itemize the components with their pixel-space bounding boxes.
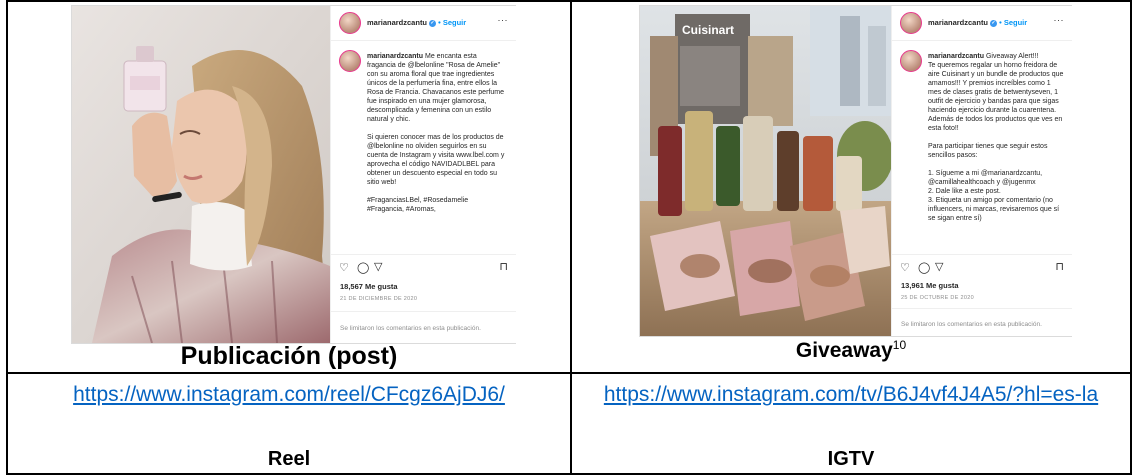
post-header: marianardzcantu ✓ • Seguir ··· <box>892 6 1072 41</box>
post-footer: ♡ ◯ ▽ ⊓ 18,567 Me gusta 21 DE DICIEMBRE … <box>331 255 516 343</box>
share-icon[interactable]: ▽ <box>935 260 943 273</box>
giveaway-products-photo: Cuisinart <box>640 6 891 336</box>
divider <box>331 311 516 312</box>
comment-icon[interactable]: ◯ <box>357 261 369 274</box>
cell-igtv: https://www.instagram.com/tv/B6J4vf4J4A5… <box>572 374 1130 473</box>
igtv-type-label: IGTV <box>827 448 875 470</box>
comments-limited-note: Se limitaron los comentarios en esta pub… <box>340 325 481 332</box>
comment-icon[interactable]: ◯ <box>918 261 930 274</box>
like-icon[interactable]: ♡ <box>339 261 349 274</box>
post-date: 25 DE OCTUBRE DE 2020 <box>901 295 974 301</box>
instagram-post-card: Cuisinart marianardzcantu ✓ • Seguir ···… <box>639 5 1072 337</box>
like-icon[interactable]: ♡ <box>900 261 910 274</box>
share-icon[interactable]: ▽ <box>374 260 382 273</box>
likes-count[interactable]: 18,567 Me gusta <box>340 282 398 291</box>
divider <box>892 308 1072 309</box>
avatar[interactable] <box>339 12 361 34</box>
more-options-icon[interactable]: ··· <box>498 15 509 25</box>
table-border-right <box>1130 0 1132 475</box>
caption-avatar[interactable] <box>339 50 361 72</box>
cell-post: marianardzcantu ✓ • Seguir ··· marianardz… <box>8 2 570 372</box>
svg-text:Cuisinart: Cuisinart <box>682 23 734 37</box>
follow-button[interactable]: • Seguir <box>999 18 1027 27</box>
cell-giveaway: Cuisinart marianardzcantu ✓ • Seguir ···… <box>572 2 1130 372</box>
post-type-label: Publicación (post) <box>180 342 398 370</box>
post-header: marianardzcantu ✓ • Seguir ··· <box>331 6 516 41</box>
post-author[interactable]: marianardzcantu ✓ • Seguir <box>367 18 466 27</box>
post-side-panel: marianardzcantu ✓ • Seguir ··· marianardz… <box>891 6 1072 336</box>
post-date: 21 DE DICIEMBRE DE 2020 <box>340 296 418 302</box>
comments-limited-note: Se limitaron los comentarios en esta pub… <box>901 321 1042 328</box>
reel-type-label: Reel <box>267 448 311 470</box>
reel-link-text[interactable]: https://www.instagram.com/reel/CFcgz6AjD… <box>73 383 505 406</box>
follow-button[interactable]: • Seguir <box>438 18 466 27</box>
verified-badge-icon: ✓ <box>429 19 437 27</box>
caption-username[interactable]: marianardzcantu <box>367 53 423 60</box>
save-icon[interactable]: ⊓ <box>1055 260 1064 273</box>
caption-text: Giveaway Alert!!! Te queremos regalar un… <box>928 53 1064 222</box>
verified-badge-icon: ✓ <box>990 19 998 27</box>
woman-perfume-photo <box>72 6 330 343</box>
igtv-link-text[interactable]: https://www.instagram.com/tv/B6J4vf4J4A5… <box>604 383 1098 406</box>
username[interactable]: marianardzcantu <box>367 18 427 27</box>
igtv-link[interactable]: https://www.instagram.com/tv/B6J4vf4J4A5… <box>584 382 1118 407</box>
save-icon[interactable]: ⊓ <box>499 260 508 273</box>
reel-link[interactable]: https://www.instagram.com/reel/CFcgz6AjD… <box>18 382 560 407</box>
more-options-icon[interactable]: ··· <box>1054 15 1065 25</box>
post-photo <box>72 6 330 343</box>
cell-reel: https://www.instagram.com/reel/CFcgz6AjD… <box>8 374 570 473</box>
caption-text: Me encanta esta fragancia de @lbelonline… <box>367 53 505 213</box>
post-caption: marianardzcantu Me encanta esta fraganci… <box>367 52 507 214</box>
likes-count[interactable]: 13,961 Me gusta <box>901 281 959 290</box>
giveaway-label-text: Giveaway <box>795 339 893 362</box>
document-table: marianardzcantu ✓ • Seguir ··· marianardz… <box>0 0 1135 475</box>
avatar[interactable] <box>900 12 922 34</box>
instagram-post-card: marianardzcantu ✓ • Seguir ··· marianardz… <box>71 5 516 344</box>
caption-username[interactable]: marianardzcantu <box>928 53 984 60</box>
caption-avatar[interactable] <box>900 50 922 72</box>
footnote-marker[interactable]: 10 <box>893 338 906 352</box>
post-caption: marianardzcantu Giveaway Alert!!! Te que… <box>928 52 1065 244</box>
post-side-panel: marianardzcantu ✓ • Seguir ··· marianardz… <box>330 6 516 343</box>
post-footer: ♡ ◯ ▽ ⊓ 13,961 Me gusta 25 DE OCTUBRE DE… <box>892 255 1072 336</box>
username[interactable]: marianardzcantu <box>928 18 988 27</box>
giveaway-type-label: Giveaway10 <box>572 338 1130 363</box>
post-author[interactable]: marianardzcantu ✓ • Seguir <box>928 18 1027 27</box>
post-photo: Cuisinart <box>640 6 891 336</box>
